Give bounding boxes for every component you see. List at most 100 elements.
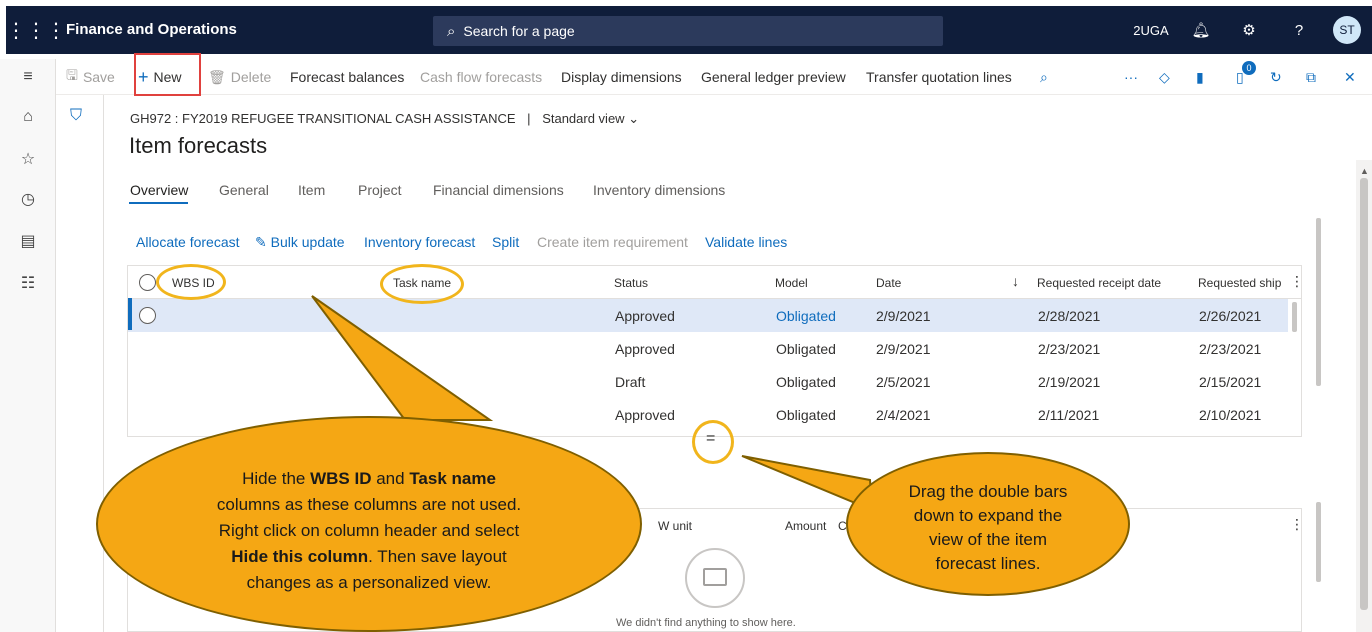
gear-icon[interactable]: ⚙: [1234, 6, 1264, 54]
allocate-forecast-button[interactable]: Allocate forecast: [136, 234, 240, 250]
trash-icon: 🗑︎: [208, 68, 226, 85]
company-picker[interactable]: 2UGA: [1126, 6, 1176, 54]
delete-button[interactable]: 🗑︎ Delete: [208, 67, 271, 87]
column-header-amount[interactable]: Amount: [785, 519, 826, 533]
tab-financial-dimensions[interactable]: Financial dimensions: [433, 182, 564, 198]
more-icon[interactable]: ···: [1124, 67, 1138, 87]
cell-date: 2/9/2021: [876, 308, 931, 324]
active-tab-indicator: [129, 202, 188, 204]
refresh-icon[interactable]: ↻: [1270, 67, 1282, 87]
select-all-radio[interactable]: [139, 274, 156, 291]
instruction-callout-hide-columns: Hide the WBS ID and Task name columns as…: [96, 416, 642, 632]
view-name: Standard view: [542, 111, 625, 126]
empty-state-message: We didn't find anything to show here.: [616, 617, 796, 629]
tab-item[interactable]: Item: [298, 182, 325, 198]
bell-icon[interactable]: 🔔︎: [1186, 6, 1216, 54]
table-row[interactable]: Approved Obligated 2/9/2021 2/28/2021 2/…: [128, 299, 1288, 332]
column-header-model[interactable]: Model: [775, 276, 808, 290]
column-header-requested-receipt-date[interactable]: Requested receipt date: [1037, 276, 1161, 290]
column-header-status[interactable]: Status: [614, 276, 648, 290]
cell-date: 2/9/2021: [876, 341, 931, 357]
action-pane: 🖫 Save + New 🗑︎ Delete Forecast balances…: [56, 59, 1372, 95]
cell-status: Approved: [615, 341, 675, 357]
splitter-highlight: [692, 420, 734, 464]
gl-preview-button[interactable]: General ledger preview: [701, 67, 846, 87]
tab-project[interactable]: Project: [358, 182, 402, 198]
callout-text: Hide the WBS ID and Task name columns as…: [216, 469, 522, 592]
column-header-requested-ship[interactable]: Requested ship: [1198, 276, 1281, 290]
cash-flow-forecasts-button[interactable]: Cash flow forecasts: [420, 67, 542, 87]
transfer-quotation-lines-button[interactable]: Transfer quotation lines: [866, 67, 1012, 87]
tab-inventory-dimensions[interactable]: Inventory dimensions: [593, 182, 725, 198]
page-scrollbar-track[interactable]: ▲: [1356, 160, 1372, 632]
open-new-window-icon[interactable]: ⧉: [1306, 67, 1316, 87]
power-apps-icon[interactable]: ◇: [1159, 67, 1170, 87]
cell-ship-date: 2/15/2021: [1199, 374, 1262, 390]
bulk-update-button[interactable]: ✎ Bulk update: [255, 234, 345, 251]
column-header-date[interactable]: Date: [876, 276, 901, 290]
pencil-icon: ✎: [255, 234, 267, 250]
attachments-count-badge: 0: [1242, 61, 1256, 75]
top-bar: ⋮⋮⋮ Finance and Operations ⌕ Search for …: [0, 0, 1372, 59]
cell-model: Obligated: [776, 341, 836, 357]
workspace-icon[interactable]: ▤: [16, 229, 40, 253]
top-bar-inner: ⋮⋮⋮ Finance and Operations ⌕ Search for …: [6, 6, 1372, 54]
breadcrumb-record: GH972 : FY2019 REFUGEE TRANSITIONAL CASH…: [130, 111, 516, 126]
cell-model: Obligated: [776, 407, 836, 423]
avatar[interactable]: ST: [1333, 16, 1361, 44]
close-icon[interactable]: ✕: [1344, 67, 1356, 87]
delete-label: Delete: [230, 69, 272, 85]
search-icon: ⌕: [447, 22, 456, 40]
table-row[interactable]: Approved Obligated 2/9/2021 2/23/2021 2/…: [128, 332, 1288, 365]
save-button[interactable]: 🖫 Save: [66, 67, 115, 87]
split-button[interactable]: Split: [492, 234, 519, 250]
cell-receipt-date: 2/11/2021: [1038, 407, 1100, 423]
grid-scrollbar-thumb[interactable]: [1292, 302, 1297, 332]
row-select-radio[interactable]: [139, 307, 156, 324]
forecast-balances-button[interactable]: Forecast balances: [290, 67, 404, 87]
inventory-forecast-button[interactable]: Inventory forecast: [364, 234, 475, 250]
breadcrumb: GH972 : FY2019 REFUGEE TRANSITIONAL CASH…: [130, 111, 639, 127]
search-placeholder: Search for a page: [463, 23, 575, 39]
tab-overview[interactable]: Overview: [130, 182, 188, 198]
office-icon[interactable]: ▮: [1196, 67, 1204, 87]
filter-icon[interactable]: ⛉: [70, 107, 82, 125]
lower-column-options-icon[interactable]: ⋮: [1290, 516, 1301, 533]
attachments-icon[interactable]: ▯ 0: [1236, 61, 1256, 87]
wbs-id-highlight: [156, 264, 226, 300]
cell-status: Draft: [615, 374, 646, 390]
display-dimensions-button[interactable]: Display dimensions: [561, 67, 682, 87]
cell-model[interactable]: Obligated: [776, 308, 836, 324]
sort-descending-icon: ↓: [1012, 273, 1019, 289]
lower-scrollbar-thumb[interactable]: [1316, 502, 1321, 582]
app-launcher-icon[interactable]: ⋮⋮⋮: [6, 6, 66, 54]
bulk-update-label: Bulk update: [270, 234, 345, 250]
column-options-icon[interactable]: ⋮: [1290, 273, 1301, 290]
validate-lines-button[interactable]: Validate lines: [705, 234, 787, 250]
hamburger-icon[interactable]: ≡: [16, 65, 40, 89]
tab-general[interactable]: General: [219, 182, 269, 198]
item-forecast-grid: WBS ID Task name Status Model Date ↓ Req…: [127, 265, 1302, 437]
left-nav: ≡ ⌂ ☆ ◷ ▤ ☷: [0, 59, 56, 632]
action-search-icon[interactable]: ⌕: [1040, 67, 1048, 87]
home-icon[interactable]: ⌂: [16, 105, 40, 129]
cell-ship-date: 2/23/2021: [1199, 341, 1262, 357]
cell-ship-date: 2/26/2021: [1199, 308, 1262, 324]
cell-receipt-date: 2/19/2021: [1038, 374, 1101, 390]
help-icon[interactable]: ?: [1284, 6, 1314, 54]
app-title[interactable]: Finance and Operations: [66, 21, 237, 38]
save-label: Save: [82, 69, 115, 85]
page-title: Item forecasts: [129, 133, 268, 158]
view-selector[interactable]: Standard view ⌄: [542, 111, 639, 126]
clock-icon[interactable]: ◷: [16, 187, 40, 211]
main-scrollbar-thumb[interactable]: [1316, 218, 1321, 386]
search-input[interactable]: ⌕ Search for a page: [433, 16, 943, 46]
page-scrollbar-thumb[interactable]: [1360, 178, 1368, 610]
scroll-up-arrow[interactable]: ▲: [1360, 166, 1369, 176]
table-row[interactable]: Draft Obligated 2/5/2021 2/19/2021 2/15/…: [128, 365, 1288, 398]
create-item-requirement-button[interactable]: Create item requirement: [537, 234, 688, 250]
star-icon[interactable]: ☆: [16, 147, 40, 171]
instruction-callout-drag-splitter: Drag the double bars down to expand the …: [846, 452, 1130, 596]
column-header-unit[interactable]: W unit: [658, 519, 692, 533]
modules-icon[interactable]: ☷: [16, 271, 40, 295]
